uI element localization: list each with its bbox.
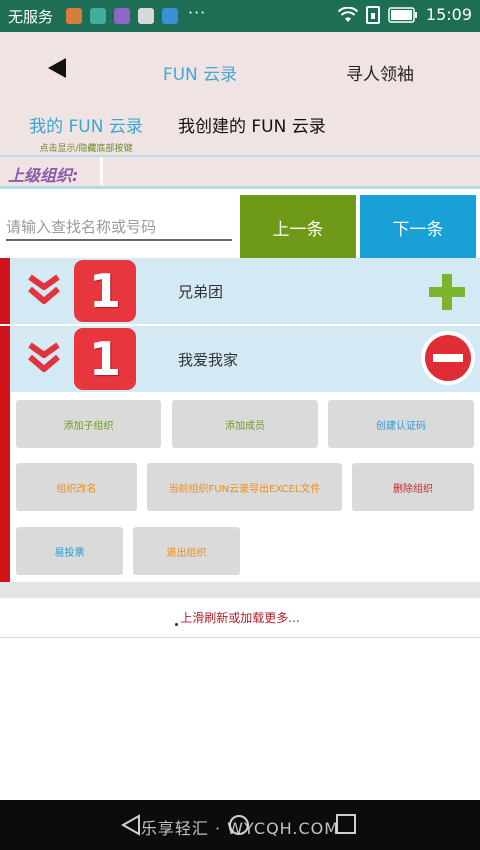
level-number: 1	[88, 332, 121, 386]
search-input[interactable]	[6, 215, 232, 241]
rename-org-button[interactable]: 组织改名	[16, 463, 137, 511]
parent-org-bar: 上级组织:	[0, 155, 480, 185]
clock-text: 15:09	[425, 5, 472, 24]
delete-org-button[interactable]: 删除组织	[352, 463, 474, 511]
battery-icon	[388, 6, 417, 23]
divider	[0, 582, 480, 598]
tab-label: 我的 FUN 云录	[29, 117, 143, 137]
next-button[interactable]: 下一条	[360, 195, 476, 259]
back-arrow-icon[interactable]	[44, 56, 74, 80]
leave-org-button[interactable]: 退出组织	[133, 527, 240, 575]
org-name: 我爱我家	[178, 351, 239, 369]
create-auth-code-button[interactable]: 创建认证码	[328, 400, 474, 448]
app-notification-icon	[114, 8, 130, 24]
selection-indicator	[0, 258, 10, 324]
tab-hint: 点击显示/隐藏底部按键	[39, 144, 133, 154]
carrier-text: 无服务	[8, 8, 54, 26]
find-leader-button[interactable]: 寻人领袖	[330, 60, 430, 85]
level-badge: 1	[74, 260, 136, 322]
org-actions-panel: 添加子组织 添加成员 创建认证码 组织改名 当前组织FUN云录导出EXCEL文件…	[0, 392, 480, 582]
tab-my-fun-cloud[interactable]: 我的 FUN 云录 点击显示/隐藏底部按键	[20, 112, 152, 154]
level-badge: 1	[74, 328, 136, 390]
search-row: 上一条 下一条	[0, 186, 480, 259]
add-sub-org-button[interactable]: 添加子组织	[16, 400, 161, 448]
add-member-button[interactable]: 添加成员	[172, 400, 318, 448]
double-chevron-down-icon[interactable]	[26, 342, 62, 374]
divider	[100, 157, 103, 185]
app-notification-icon	[162, 8, 178, 24]
load-more-text: 上滑刷新或加载更多...	[180, 611, 300, 625]
tab-created-fun-cloud[interactable]: 我创建的 FUN 云录	[178, 112, 326, 137]
more-notifications-icon: ···	[188, 3, 207, 22]
prev-button[interactable]: 上一条	[240, 195, 356, 259]
notification-icons	[66, 8, 178, 24]
selection-indicator	[0, 326, 10, 392]
selection-indicator	[0, 392, 10, 582]
export-excel-button[interactable]: 当前组织FUN云录导出EXCEL文件	[147, 463, 342, 511]
plus-icon[interactable]	[428, 273, 466, 311]
org-row[interactable]: 1 兄弟团	[0, 258, 480, 324]
parent-org-label: 上级组织:	[8, 166, 79, 185]
watermark-text: 乐享轻汇 · WYCQH.COM	[140, 819, 340, 838]
system-nav-bar: 乐享轻汇 · WYCQH.COM	[0, 800, 480, 850]
sim-icon	[365, 5, 380, 24]
org-row[interactable]: 1 我爱我家	[0, 326, 480, 392]
vote-button[interactable]: 易投票	[16, 527, 123, 575]
app-notification-icon	[90, 8, 106, 24]
level-number: 1	[88, 264, 121, 318]
org-name: 兄弟团	[178, 283, 224, 301]
minus-circle-icon[interactable]	[420, 330, 476, 386]
status-bar: 无服务 ··· 15:09	[0, 0, 480, 32]
load-more-row[interactable]: 上滑刷新或加载更多...	[0, 598, 480, 638]
wifi-icon	[337, 6, 358, 22]
page-title: FUN 云录	[162, 65, 238, 85]
app-notification-icon	[138, 8, 154, 24]
double-chevron-down-icon[interactable]	[26, 274, 62, 306]
app-notification-icon	[66, 8, 82, 24]
